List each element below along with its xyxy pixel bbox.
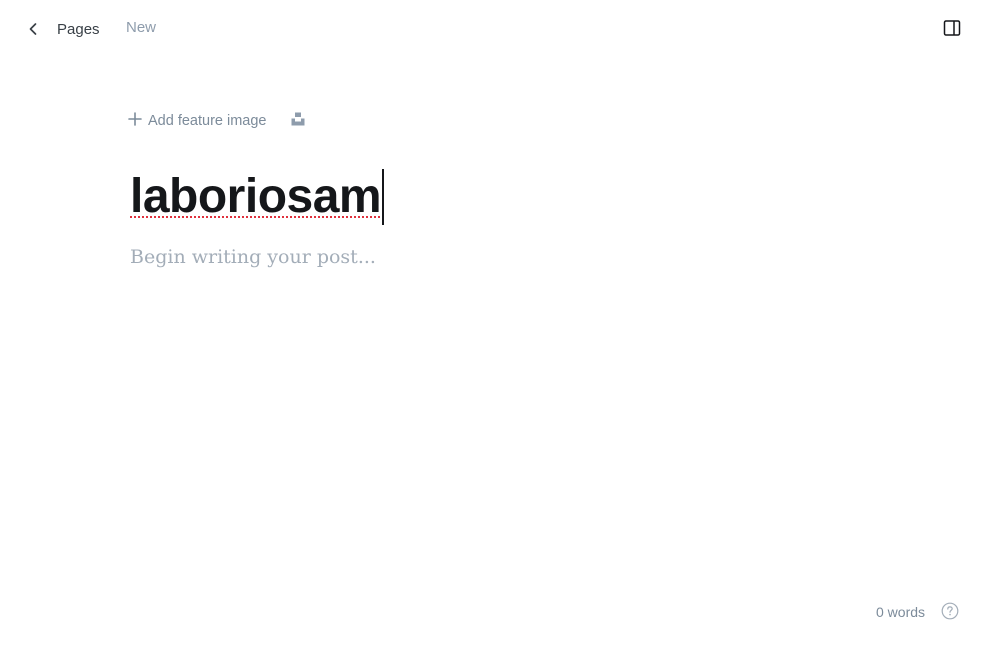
word-count: 0 words bbox=[876, 604, 926, 620]
unsplash-icon bbox=[291, 112, 305, 131]
post-title-input[interactable]: laboriosam bbox=[130, 173, 382, 221]
add-feature-image-button[interactable]: Add feature image bbox=[128, 111, 267, 131]
plus-icon bbox=[128, 111, 142, 131]
feature-image-row: Add feature image bbox=[128, 110, 307, 132]
chevron-left-icon bbox=[22, 18, 44, 40]
sidebar-panel-icon bbox=[943, 19, 961, 42]
post-status-label: New bbox=[126, 19, 157, 36]
back-link-label: Pages bbox=[57, 20, 100, 38]
text-cursor bbox=[382, 169, 385, 225]
settings-sidebar-toggle-button[interactable] bbox=[940, 18, 964, 42]
body-placeholder: Begin writing your post... bbox=[130, 246, 376, 268]
unsplash-button[interactable] bbox=[289, 112, 307, 130]
help-button[interactable] bbox=[940, 602, 960, 625]
post-title-field[interactable]: laboriosam bbox=[130, 166, 385, 228]
add-feature-image-label: Add feature image bbox=[148, 113, 267, 129]
post-body-editor[interactable]: Begin writing your post... bbox=[130, 246, 376, 268]
editor-header: Pages New bbox=[0, 0, 1000, 58]
back-to-pages-link[interactable]: Pages bbox=[22, 16, 100, 42]
help-circle-icon bbox=[941, 602, 959, 625]
